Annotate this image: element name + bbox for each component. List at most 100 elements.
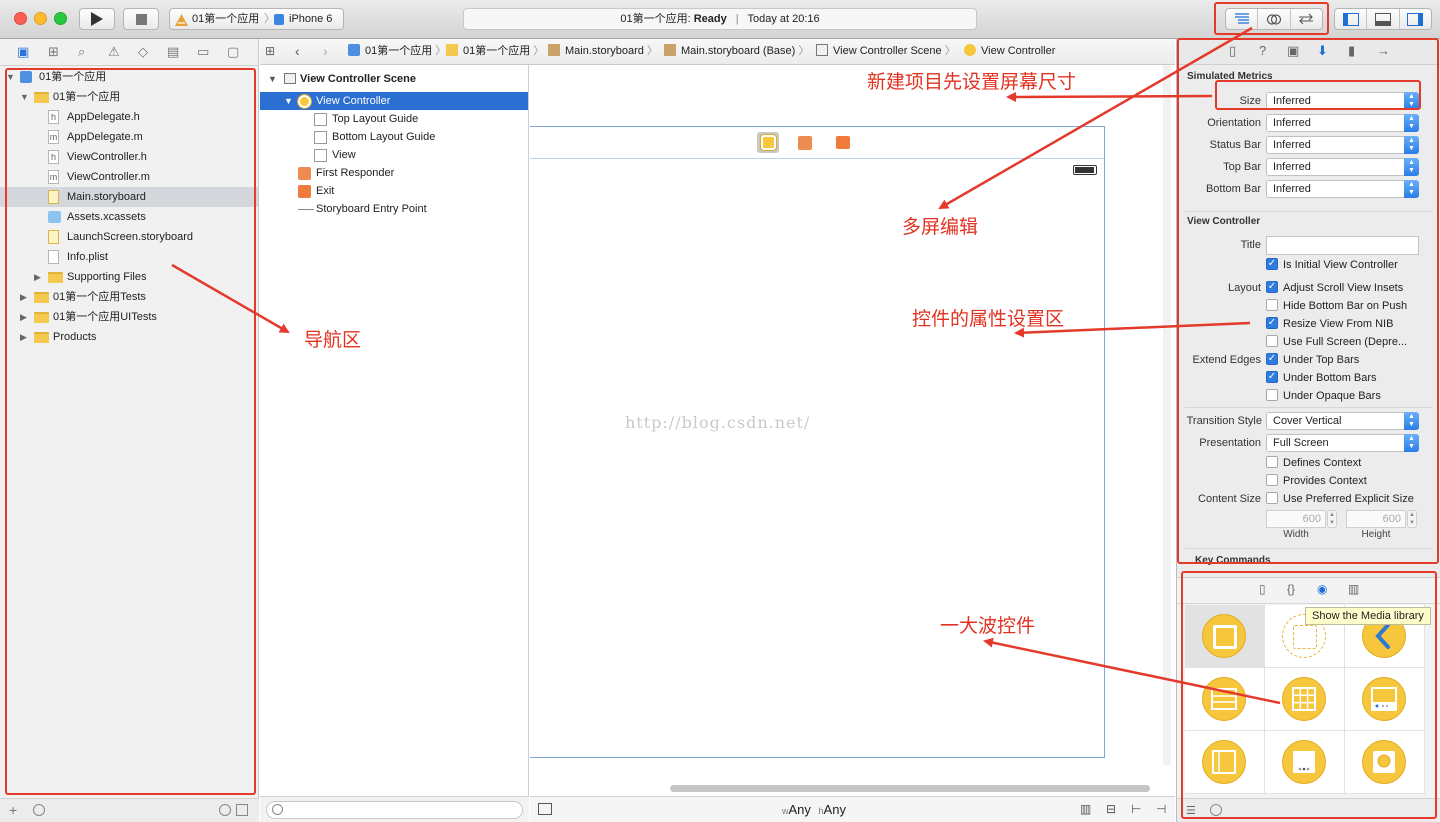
disclosure-right-icon[interactable]: ▶ bbox=[20, 307, 30, 327]
inspector-checkbox[interactable]: ✓ Adjust Scroll View Insets bbox=[1266, 281, 1403, 297]
nav-item[interactable]: m AppDelegate.m bbox=[0, 127, 258, 147]
outline-item[interactable]: Exit bbox=[260, 182, 528, 200]
height-field[interactable]: 600 bbox=[1346, 510, 1406, 528]
panel-toggle-control[interactable] bbox=[1334, 8, 1432, 30]
breadcrumb-item[interactable]: 01第一个应用 〉 bbox=[348, 39, 446, 64]
toggle-outline-icon[interactable] bbox=[538, 803, 552, 815]
connections-icon[interactable]: → bbox=[1377, 43, 1390, 58]
nav-item[interactable]: m ViewController.m bbox=[0, 167, 258, 187]
metric-popup[interactable]: Inferred ▲ ▼ bbox=[1266, 180, 1419, 198]
library-item-page-view-controller[interactable] bbox=[1265, 731, 1345, 794]
disclosure-down-icon[interactable]: ▼ bbox=[20, 87, 30, 107]
breadcrumb-item[interactable]: View Controller bbox=[964, 39, 1055, 64]
debug-icon[interactable]: ▤ bbox=[167, 44, 179, 60]
back-arrow-icon[interactable]: ‹ bbox=[295, 39, 300, 64]
identity-icon[interactable]: ▣ bbox=[1287, 43, 1299, 59]
align-icon[interactable]: ⊟ bbox=[1106, 802, 1116, 816]
library-item-tab-bar-controller[interactable] bbox=[1345, 668, 1425, 731]
scm-filter-icon[interactable] bbox=[236, 804, 248, 816]
inspector-checkbox[interactable]: ✓ Resize View From NIB bbox=[1266, 317, 1393, 333]
preferred-size-checkbox[interactable]: Use Preferred Explicit Size bbox=[1266, 492, 1414, 508]
disclosure-right-icon[interactable]: ▶ bbox=[20, 327, 30, 347]
symbol-navigator-icon[interactable]: ⊞ bbox=[48, 44, 59, 60]
minimize-window-button[interactable] bbox=[34, 12, 47, 25]
object-library-icon[interactable]: ◉ bbox=[1317, 582, 1327, 596]
size-class-control[interactable]: wAny hAny bbox=[782, 802, 846, 817]
first-responder-icon[interactable] bbox=[798, 136, 812, 150]
file-template-icon[interactable]: ▯ bbox=[1259, 582, 1266, 596]
nav-item[interactable]: Assets.xcassets bbox=[0, 207, 258, 227]
metric-popup[interactable]: Inferred ▲ ▼ bbox=[1266, 114, 1419, 132]
provides-context-checkbox[interactable]: Provides Context bbox=[1266, 474, 1367, 490]
add-icon[interactable]: + bbox=[9, 802, 17, 818]
breadcrumb-item[interactable]: Main.storyboard 〉 bbox=[548, 39, 658, 64]
outline-item[interactable]: First Responder bbox=[260, 164, 528, 182]
nav-item[interactable]: Main.storyboard bbox=[0, 187, 258, 207]
library-item-table-view-controller[interactable] bbox=[1185, 668, 1265, 731]
list-view-icon[interactable]: ☰ bbox=[1186, 804, 1196, 817]
breadcrumb-item[interactable]: View Controller Scene 〉 bbox=[816, 39, 956, 64]
view-controller-scene[interactable]: http://blog.csdn.net/ bbox=[530, 126, 1105, 758]
disclosure-down-icon[interactable]: ▼ bbox=[284, 92, 293, 110]
editor-mode-control[interactable] bbox=[1225, 8, 1323, 30]
nav-item[interactable]: ▶ Supporting Files bbox=[0, 267, 258, 287]
standard-editor-button[interactable] bbox=[1226, 9, 1259, 29]
inspector-checkbox[interactable]: Under Opaque Bars bbox=[1266, 389, 1381, 405]
pin-icon[interactable]: ⊢ bbox=[1131, 802, 1141, 816]
stack-icon[interactable]: ▥ bbox=[1080, 802, 1091, 816]
view-controller-icon[interactable] bbox=[760, 134, 777, 151]
outline-filter-input[interactable] bbox=[266, 801, 523, 819]
report-icon[interactable]: ▢ bbox=[227, 44, 239, 60]
initial-vc-checkbox[interactable]: ✓ Is Initial View Controller bbox=[1266, 258, 1398, 274]
vertical-scrollbar[interactable] bbox=[1163, 65, 1171, 765]
outline-item[interactable]: Bottom Layout Guide bbox=[260, 128, 528, 146]
inspector-checkbox[interactable]: Hide Bottom Bar on Push bbox=[1266, 299, 1407, 315]
forward-arrow-icon[interactable]: › bbox=[323, 39, 328, 64]
nav-item[interactable]: ▼ 01第一个应用 bbox=[0, 67, 258, 87]
filter-icon[interactable] bbox=[33, 804, 45, 816]
outline-item[interactable]: Storyboard Entry Point bbox=[260, 200, 528, 218]
filter-icon[interactable] bbox=[1210, 804, 1222, 816]
toggle-navigator-button[interactable] bbox=[1335, 9, 1368, 29]
inspector-checkbox[interactable]: ✓ Under Bottom Bars bbox=[1266, 371, 1377, 387]
toggle-debug-area-button[interactable] bbox=[1367, 9, 1400, 29]
size-inspector-icon[interactable]: ▮ bbox=[1348, 43, 1355, 59]
zoom-window-button[interactable] bbox=[54, 12, 67, 25]
recent-files-icon[interactable] bbox=[219, 804, 231, 816]
search-icon[interactable]: ⌕ bbox=[78, 44, 85, 60]
assistant-editor-button[interactable] bbox=[1258, 9, 1291, 29]
library-item-view-controller[interactable] bbox=[1185, 605, 1265, 668]
metric-popup[interactable]: Inferred ▲ ▼ bbox=[1266, 136, 1419, 154]
breadcrumb-item[interactable]: 01第一个应用 〉 bbox=[446, 39, 544, 64]
outline-item[interactable]: Top Layout Guide bbox=[260, 110, 528, 128]
presentation-popup[interactable]: Full Screen ▲ ▼ bbox=[1266, 434, 1419, 452]
inspector-checkbox[interactable]: ✓ Under Top Bars bbox=[1266, 353, 1359, 369]
nav-item[interactable]: ▶ 01第一个应用UITests bbox=[0, 307, 258, 327]
nav-item[interactable]: ▶ 01第一个应用Tests bbox=[0, 287, 258, 307]
exit-icon[interactable] bbox=[836, 136, 850, 149]
disclosure-down-icon[interactable]: ▼ bbox=[268, 70, 277, 88]
horizontal-scrollbar[interactable] bbox=[670, 785, 1150, 792]
library-item-glkit-view-controller[interactable] bbox=[1345, 731, 1425, 794]
breakpoint-icon[interactable]: ▭ bbox=[197, 44, 209, 60]
nav-item[interactable]: Info.plist bbox=[0, 247, 258, 267]
width-field[interactable]: 600 bbox=[1266, 510, 1326, 528]
inspector-checkbox[interactable]: Use Full Screen (Depre... bbox=[1266, 335, 1407, 351]
test-diamond-icon[interactable]: ◇ bbox=[138, 44, 148, 60]
help-icon[interactable]: ? bbox=[1259, 43, 1266, 58]
disclosure-right-icon[interactable]: ▶ bbox=[20, 287, 30, 307]
defines-context-checkbox[interactable]: Defines Context bbox=[1266, 456, 1361, 472]
title-field[interactable] bbox=[1266, 236, 1419, 255]
outline-item[interactable]: ▼ View Controller bbox=[260, 92, 528, 110]
resolve-icon[interactable]: ⊣ bbox=[1156, 802, 1166, 816]
outline-scene-row[interactable]: ▼ View Controller Scene bbox=[260, 70, 528, 88]
stop-button[interactable] bbox=[123, 8, 159, 30]
breadcrumb-item[interactable]: Main.storyboard (Base) 〉 bbox=[664, 39, 809, 64]
media-library-icon[interactable]: ▥ bbox=[1348, 582, 1359, 596]
run-button[interactable] bbox=[79, 8, 115, 30]
disclosure-down-icon[interactable]: ▼ bbox=[6, 67, 16, 87]
version-editor-button[interactable] bbox=[1291, 9, 1322, 29]
toggle-utilities-button[interactable] bbox=[1400, 9, 1431, 29]
related-items-icon[interactable]: ⊞ bbox=[265, 39, 275, 64]
file-inspector-icon[interactable]: ▯ bbox=[1229, 43, 1236, 59]
